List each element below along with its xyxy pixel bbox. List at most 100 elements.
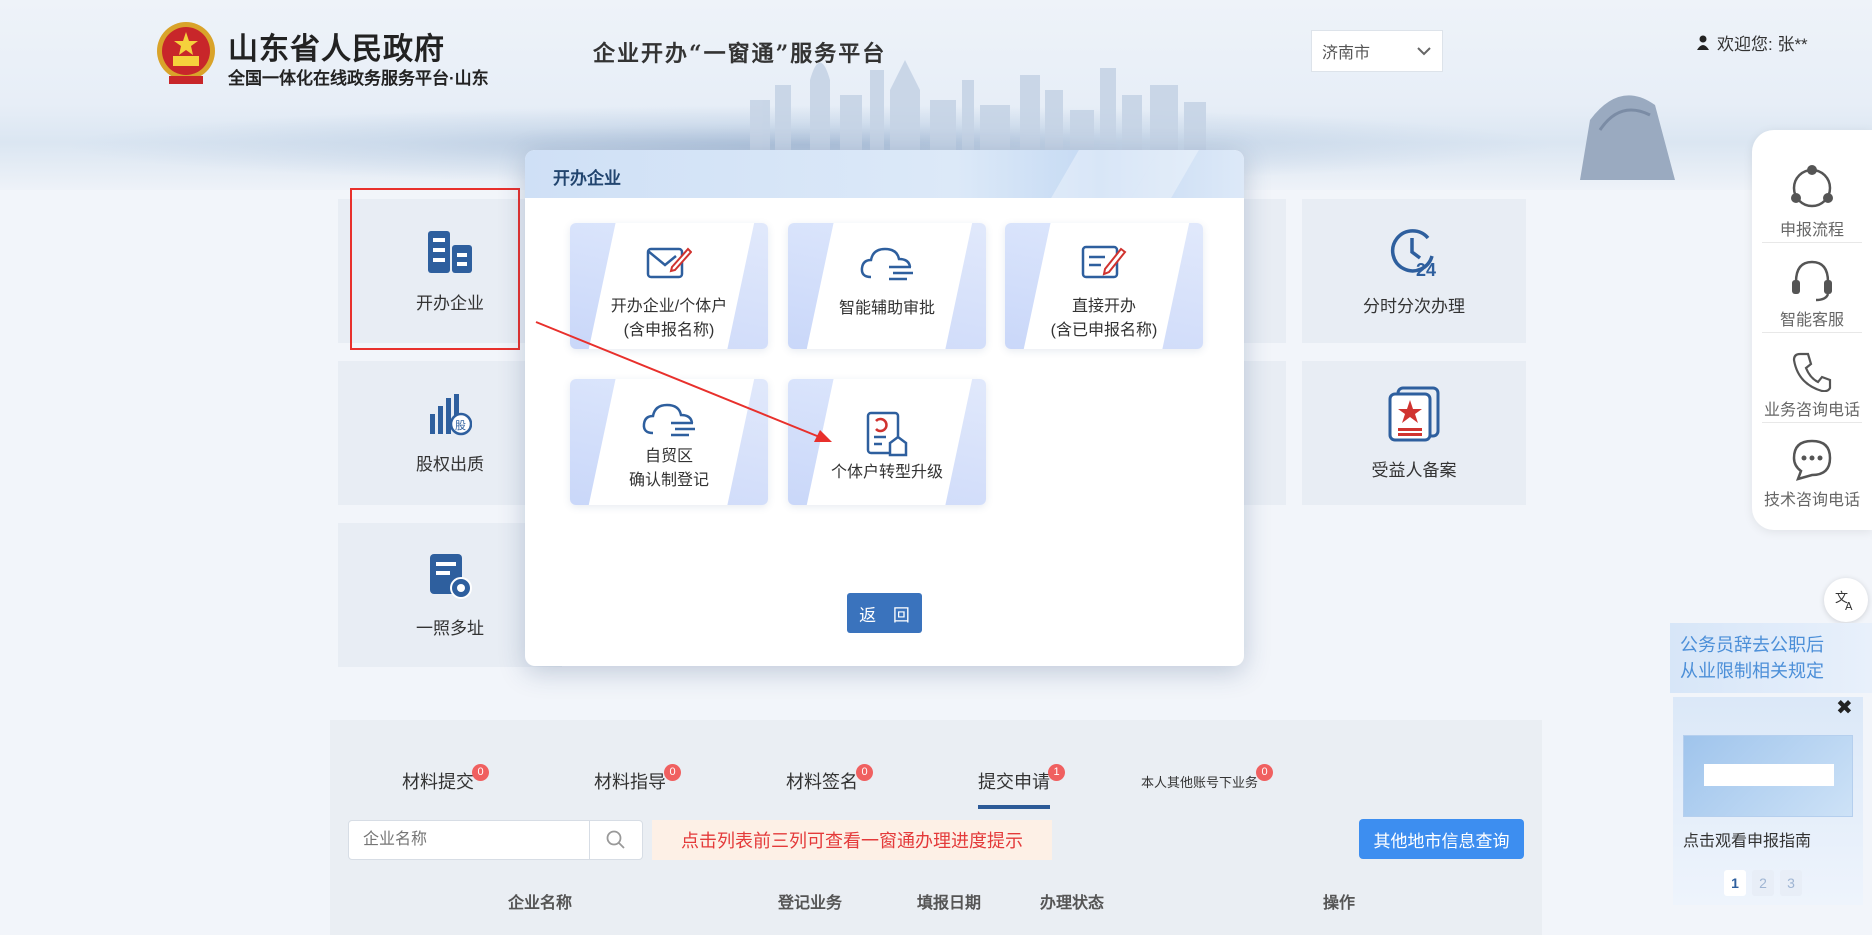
column-header: 填报日期 <box>917 895 982 912</box>
video-thumbnail[interactable] <box>1683 735 1853 817</box>
card-label-line1: 智能辅助审批 <box>838 300 935 317</box>
sidebar-label: 技术咨询电话 <box>1763 492 1860 509</box>
card-label-line1: 自贸区 <box>644 448 693 465</box>
sidebar-item-tech-hotline[interactable]: 技术咨询电话 <box>1752 422 1872 510</box>
chat-icon <box>1792 439 1832 481</box>
search-input[interactable] <box>349 821 589 859</box>
tile-label: 分时分次办理 <box>1363 296 1465 316</box>
tab-badge: 1 <box>1048 764 1065 781</box>
pager-item[interactable]: 1 <box>1724 870 1746 896</box>
card-label: 自贸区 确认制登记 <box>629 445 709 493</box>
edit-form-icon <box>1081 245 1127 279</box>
column-header: 登记业务 <box>778 895 843 912</box>
tile-beneficiary-filing[interactable]: 受益人备案 <box>1302 361 1526 505</box>
process-icon <box>1791 165 1833 208</box>
mountain-rock-illustration <box>1580 95 1675 180</box>
edit-envelope-icon <box>646 247 692 279</box>
tab-label: 材料签名 <box>786 772 858 792</box>
card-smart-assisted-approval[interactable]: 智能辅助审批 <box>788 223 986 349</box>
card-individual-upgrade[interactable]: 个体户转型升级 <box>788 379 986 505</box>
tab-material-submit[interactable]: 材料提交 0 <box>402 764 489 794</box>
tab-badge: 0 <box>664 764 681 781</box>
card-label: 开办企业/个体户 (含申报名称) <box>611 295 727 343</box>
svg-text:A: A <box>1845 600 1853 612</box>
card-label-line2: 确认制登记 <box>628 472 709 489</box>
clock-24-icon: 24 <box>1390 228 1436 278</box>
gov-subtitle: 全国一体化在线政务服务平台·山东 <box>228 69 489 88</box>
tile-label: 受益人备案 <box>1371 460 1457 480</box>
tab-material-guide[interactable]: 材料指导 0 <box>594 764 681 794</box>
card-label-line1: 个体户转型升级 <box>830 464 943 481</box>
card-label-line1: 直接开办 <box>1071 298 1136 315</box>
user-icon <box>1697 35 1709 50</box>
tab-other-accounts[interactable]: 本人其他账号下业务 0 <box>1141 764 1274 791</box>
pager-item[interactable]: 3 <box>1780 870 1802 896</box>
close-icon[interactable]: ✖ <box>1836 695 1853 720</box>
tab-label: 本人其他账号下业务 <box>1141 775 1259 790</box>
search-button[interactable] <box>589 821 642 859</box>
column-header: 企业名称 <box>508 895 573 912</box>
national-emblem-icon <box>157 22 215 84</box>
license-gear-icon <box>430 553 472 599</box>
cloud-icon <box>860 247 913 281</box>
tab-label: 材料提交 <box>402 772 474 792</box>
sidebar-item-smart-service[interactable]: 智能客服 <box>1752 242 1872 330</box>
card-open-enterprise-individual[interactable]: 开办企业/个体户 (含申报名称) <box>570 223 768 349</box>
news-line: 从业限制相关规定 <box>1680 661 1824 681</box>
modal-title: 开办企业 <box>553 169 621 188</box>
card-label-line1: 开办企业/个体户 <box>610 298 728 315</box>
tab-label: 材料指导 <box>594 772 666 792</box>
card-label: 智能辅助审批 <box>839 297 935 321</box>
sidebar-label: 智能客服 <box>1779 312 1844 329</box>
sidebar-label: 申报流程 <box>1779 222 1844 239</box>
card-label-line2: (含申报名称) <box>623 322 715 339</box>
tab-badge: 0 <box>856 764 873 781</box>
headset-icon <box>1792 260 1832 302</box>
sidebar-item-business-hotline[interactable]: 业务咨询电话 <box>1752 332 1872 420</box>
card-label: 直接开办 (含已申报名称) <box>1051 295 1158 343</box>
platform-title: 企业开办“一窗通”服务平台 <box>593 41 887 67</box>
cloud-icon <box>642 403 695 437</box>
translate-button[interactable]: 文 A <box>1824 578 1868 622</box>
other-city-query-button[interactable]: 其他地市信息查询 <box>1359 819 1524 859</box>
card-free-trade-zone[interactable]: 自贸区 确认制登记 <box>570 379 768 505</box>
column-header: 操作 <box>1323 895 1356 912</box>
thumbnail-banner <box>1704 764 1834 786</box>
sidebar-item-process[interactable]: 申报流程 <box>1752 152 1872 240</box>
tab-label: 提交申请 <box>978 772 1050 792</box>
welcome-text: 欢迎您: 张** <box>1717 35 1808 54</box>
news-line: 公务员辞去公职后 <box>1680 635 1824 655</box>
translate-icon: 文 A <box>1835 591 1853 612</box>
red-highlight-box <box>350 188 520 350</box>
city-select-value: 济南市 <box>1322 45 1371 62</box>
phone-icon <box>1792 352 1832 392</box>
card-label: 个体户转型升级 <box>831 461 943 485</box>
tab-badge: 0 <box>472 764 489 781</box>
svg-text:24: 24 <box>1416 260 1436 278</box>
gov-title: 山东省人民政府 <box>228 33 445 66</box>
chevron-down-icon <box>1417 47 1431 56</box>
city-select[interactable]: 济南市 <box>1311 30 1443 72</box>
floating-sidebar: 申报流程 智能客服 业务咨询电话 技术咨询电话 <box>1752 130 1872 530</box>
tile-label: 一照多址 <box>416 618 484 638</box>
video-label: 点击观看申报指南 <box>1683 833 1812 850</box>
welcome-user[interactable]: 欢迎您: 张** <box>1697 30 1808 55</box>
open-business-modal: 开办企业 开办企业/个体户 (含申报名称) 智能辅助审批 直接开办 (含已申报名… <box>525 150 1244 666</box>
progress-notice: 点击列表前三列可查看一窗通办理进度提示 <box>652 820 1052 860</box>
tab-material-sign[interactable]: 材料签名 0 <box>786 764 873 794</box>
column-header: 办理状态 <box>1040 895 1105 912</box>
search-box <box>348 820 643 860</box>
sidebar-label: 业务咨询电话 <box>1763 402 1860 419</box>
tile-label: 股权出质 <box>416 454 484 474</box>
card-label-line2: (含已申报名称) <box>1050 322 1158 339</box>
tab-submit-application[interactable]: 提交申请 1 <box>978 764 1065 809</box>
news-ticker[interactable]: 公务员辞去公职后 从业限制相关规定 <box>1670 623 1872 693</box>
back-button[interactable]: 返 回 <box>847 593 922 633</box>
card-direct-open[interactable]: 直接开办 (含已申报名称) <box>1005 223 1203 349</box>
star-document-icon <box>1388 386 1440 441</box>
search-icon <box>606 830 625 849</box>
pager-item[interactable]: 2 <box>1752 870 1774 896</box>
modal-header: 开办企业 <box>525 150 1244 198</box>
tile-staged-processing[interactable]: 24 分时分次办理 <box>1302 199 1526 343</box>
svg-text:股: 股 <box>455 419 466 432</box>
